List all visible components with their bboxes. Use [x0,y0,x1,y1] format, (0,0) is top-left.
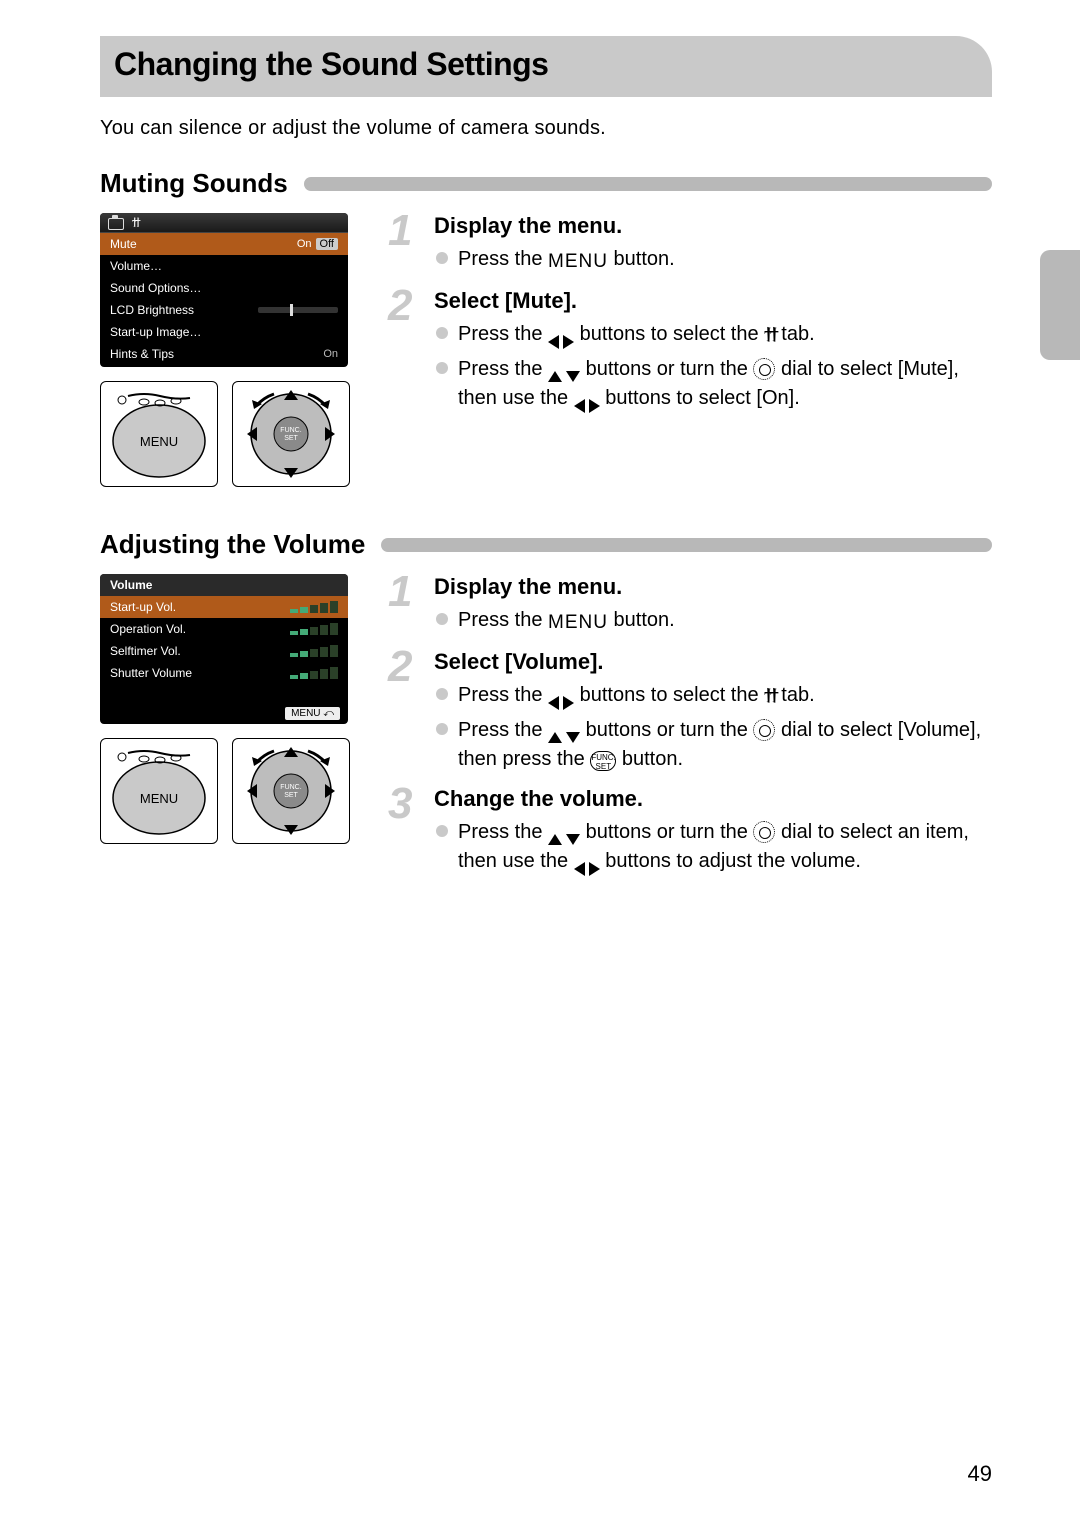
left-right-arrows-icon [574,862,600,876]
camera-menu-mute-screenshot: ϯϯ Mute On Off Volume… Sound Options… LC… [100,213,348,367]
section-heading-muting: Muting Sounds [100,168,992,199]
volume-bars-icon [290,623,338,635]
menu-row: Start-up Vol. [100,596,348,618]
page-title: Changing the Sound Settings [114,46,978,83]
left-right-arrows-icon [574,399,600,413]
brightness-slider-icon [258,307,338,313]
volume-bars-icon [290,667,338,679]
volume-steps: 1Display the menu.Press the MENU button.… [388,574,992,888]
svg-text:SET: SET [284,435,298,442]
menu-row-mute: Mute On Off [100,233,348,255]
volume-heading: Adjusting the Volume [100,529,365,560]
control-dial-icon [753,719,775,741]
up-down-arrows-icon [548,371,580,382]
menu-button-illustration: MENU [100,381,218,487]
menu-text-icon: MENU [548,248,608,276]
step-bullets: Press the buttons to select the ϯϯ tab. P… [434,681,992,774]
step-bullets: Press the buttons to select the ϯϯ tab. P… [434,320,992,413]
svg-text:FUNC.: FUNC. [280,427,301,434]
menu-value-off: Off [316,238,338,250]
step-bullets: Press the MENU button. [434,245,992,276]
menu-row: Hints & Tips On [100,343,348,365]
volume-menu-title: Volume [100,574,348,596]
control-dial-icon [753,821,775,843]
step-number: 1 [388,570,412,614]
menu-row: Selftimer Vol. [100,640,348,662]
menu-row: Start-up Image… [100,321,348,343]
menu-label: Operation Vol. [110,622,186,636]
muting-steps: 1Display the menu.Press the MENU button.… [388,213,992,425]
left-right-arrows-icon [548,696,574,710]
tools-tab-icon: ϯϯ [132,215,139,230]
bullet: Press the MENU button. [434,245,992,276]
menu-label: Selftimer Vol. [110,644,181,658]
bullet: Press the buttons or turn the dial to se… [434,355,992,413]
menu-row: Sound Options… [100,277,348,299]
step-title: Change the volume. [434,786,992,812]
up-down-arrows-icon [548,732,580,743]
page-number: 49 [968,1461,992,1487]
step-number: 2 [388,284,412,328]
menu-row: Volume… [100,255,348,277]
dpad-illustration: FUNC. SET [232,381,350,487]
tools-tab-icon: ϯϯ [764,322,776,351]
step-bullets: Press the MENU button. [434,606,992,637]
step-bullets: Press the buttons or turn the dial to se… [434,818,992,876]
up-down-arrows-icon [548,834,580,845]
step-title: Display the menu. [434,213,992,239]
step-title: Select [Volume]. [434,649,992,675]
thumb-tab [1040,250,1080,360]
bullet: Press the buttons to select the ϯϯ tab. [434,681,992,712]
bullet: Press the buttons or turn the dial to se… [434,818,992,876]
menu-value-on: On [297,238,312,250]
menu-text-icon: MENU [548,609,608,637]
step: 1Display the menu.Press the MENU button. [388,213,992,276]
svg-text:MENU: MENU [140,791,178,806]
step-number: 3 [388,782,412,826]
menu-label: Mute [110,237,137,251]
bullet: Press the MENU button. [434,606,992,637]
menu-button-illustration: MENU [100,738,218,844]
bullet: Press the buttons to select the ϯϯ tab. [434,320,992,351]
volume-bars-icon [290,601,338,613]
step: 2Select [Mute].Press the buttons to sele… [388,288,992,413]
step-title: Select [Mute]. [434,288,992,314]
step: 3Change the volume.Press the buttons or … [388,786,992,876]
step-number: 1 [388,209,412,253]
muting-heading: Muting Sounds [100,168,288,199]
step: 1Display the menu.Press the MENU button. [388,574,992,637]
intro-text: You can silence or adjust the volume of … [100,117,992,140]
svg-text:MENU: MENU [140,434,178,449]
tools-tab-icon: ϯϯ [764,683,776,712]
volume-bars-icon [290,645,338,657]
left-right-arrows-icon [548,335,574,349]
heading-rule [304,177,992,191]
camera-tab-icon [108,216,124,230]
step: 2Select [Volume].Press the buttons to se… [388,649,992,774]
svg-text:SET: SET [284,792,298,799]
heading-rule [381,538,992,552]
step-title: Display the menu. [434,574,992,600]
dpad-illustration: FUNC. SET [232,738,350,844]
section-heading-volume: Adjusting the Volume [100,529,992,560]
step-number: 2 [388,645,412,689]
camera-menu-volume-screenshot: Volume Start-up Vol. Operation Vol. Selfti… [100,574,348,724]
bullet: Press the buttons or turn the dial to se… [434,716,992,774]
svg-text:FUNC.: FUNC. [280,784,301,791]
menu-row: LCD Brightness [100,299,348,321]
control-dial-icon [753,358,775,380]
menu-row: Operation Vol. [100,618,348,640]
menu-footer-badge: MENU ⤺ [285,707,340,720]
menu-row: Shutter Volume [100,662,348,684]
menu-label: Shutter Volume [110,666,192,680]
page-title-bar: Changing the Sound Settings [100,36,992,97]
func-set-button-icon: FUNC.SET [590,751,616,771]
menu-label: Start-up Vol. [110,600,176,614]
